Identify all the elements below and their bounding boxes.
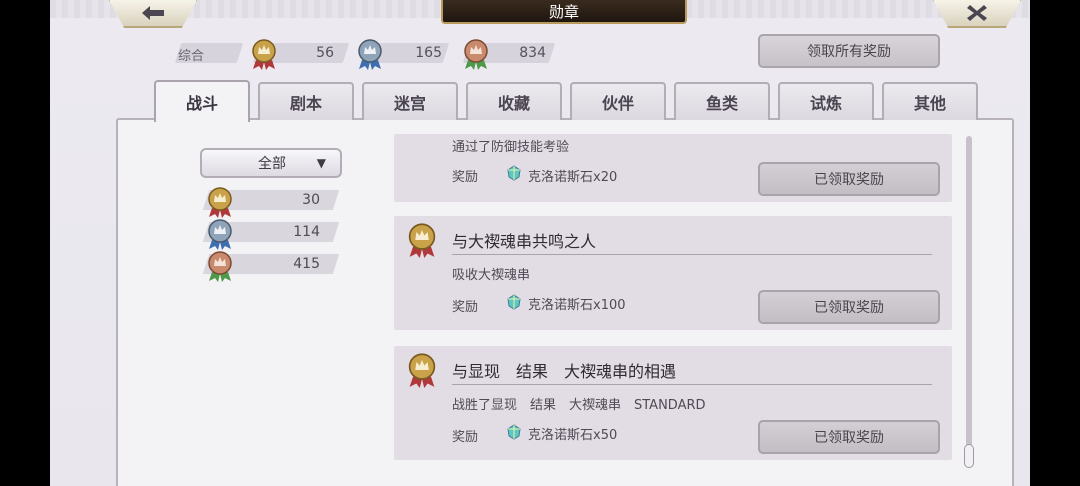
claim-all-button[interactable]: 领取所有奖励 (758, 34, 940, 68)
card-description: 战胜了显现 结果 大禊魂串 STANDARD (452, 398, 706, 413)
filter-selected: 全部 (258, 156, 286, 172)
reward-label: 奖励 (452, 300, 479, 315)
card-description: 通过了防御技能考验 (452, 140, 570, 155)
tab-fish[interactable]: 鱼类 (674, 82, 770, 120)
back-arrow-icon (142, 6, 164, 20)
claimed-button[interactable]: 已领取奖励 (758, 420, 940, 454)
achievement-card: 与大禊魂串共鸣之人 吸收大禊魂串 奖励 克洛诺斯石x100 已领取奖励 (394, 216, 952, 330)
scrollbar-thumb[interactable] (964, 444, 974, 468)
tab-labyrinth[interactable]: 迷宫 (362, 82, 458, 120)
silver-count: 165 (415, 45, 442, 61)
scrollbar-track[interactable] (966, 136, 972, 468)
gold-medal-icon (208, 187, 232, 218)
tab-collection[interactable]: 收藏 (466, 82, 562, 120)
reward-text: 克洛诺斯石x100 (528, 298, 626, 313)
bronze-medal-icon (464, 39, 488, 70)
reward-label: 奖励 (452, 170, 479, 185)
tab-trial[interactable]: 试炼 (778, 82, 874, 120)
gold-filter-count: 30 (302, 192, 320, 208)
gold-medal-icon (408, 223, 436, 258)
tab-companion[interactable]: 伙伴 (570, 82, 666, 120)
badges-screen: 勋章 综合 56 165 834 领取所有奖励 战斗 剧本 迷宫 收藏 伙伴 鱼… (50, 0, 1030, 486)
gold-medal-icon (408, 353, 436, 388)
reward-label: 奖励 (452, 430, 479, 445)
card-divider (452, 384, 932, 385)
chronos-stone-icon (507, 424, 521, 440)
back-button[interactable] (108, 0, 198, 28)
card-divider (452, 254, 932, 255)
chronos-stone-icon (507, 294, 521, 310)
tab-other[interactable]: 其他 (882, 82, 978, 120)
filter-dropdown[interactable]: 全部 ▼ (200, 148, 342, 178)
claimed-button[interactable]: 已领取奖励 (758, 162, 940, 196)
card-title: 与大禊魂串共鸣之人 (452, 232, 597, 251)
close-icon (967, 5, 987, 21)
bronze-count: 834 (519, 45, 546, 61)
chronos-stone-icon (507, 165, 521, 181)
card-description: 吸收大禊魂串 (452, 268, 531, 283)
summary-label: 综合 (178, 49, 205, 64)
silver-medal-icon (358, 39, 382, 70)
achievement-card: 与显现 结果 大禊魂串的相遇 战胜了显现 结果 大禊魂串 STANDARD 奖励… (394, 346, 952, 460)
bronze-medal-icon (208, 251, 232, 282)
claimed-button[interactable]: 已领取奖励 (758, 290, 940, 324)
bronze-filter-count: 415 (293, 256, 320, 272)
silver-filter-count: 114 (293, 224, 320, 240)
achievement-card: 通过了防御技能考验 奖励 克洛诺斯石x20 已领取奖励 (394, 134, 952, 202)
card-title: 与显现 结果 大禊魂串的相遇 (452, 362, 677, 381)
reward-text: 克洛诺斯石x20 (528, 170, 618, 185)
page-title: 勋章 (441, 0, 687, 24)
gold-medal-icon (252, 39, 276, 70)
category-tabs: 战斗 剧本 迷宫 收藏 伙伴 鱼类 试炼 其他 (154, 80, 984, 122)
gold-count: 56 (316, 45, 334, 61)
silver-medal-icon (208, 219, 232, 250)
chevron-down-icon: ▼ (316, 156, 326, 170)
close-button[interactable] (932, 0, 1022, 28)
tab-battle[interactable]: 战斗 (154, 80, 250, 122)
reward-text: 克洛诺斯石x50 (528, 428, 618, 443)
tab-script[interactable]: 剧本 (258, 82, 354, 120)
